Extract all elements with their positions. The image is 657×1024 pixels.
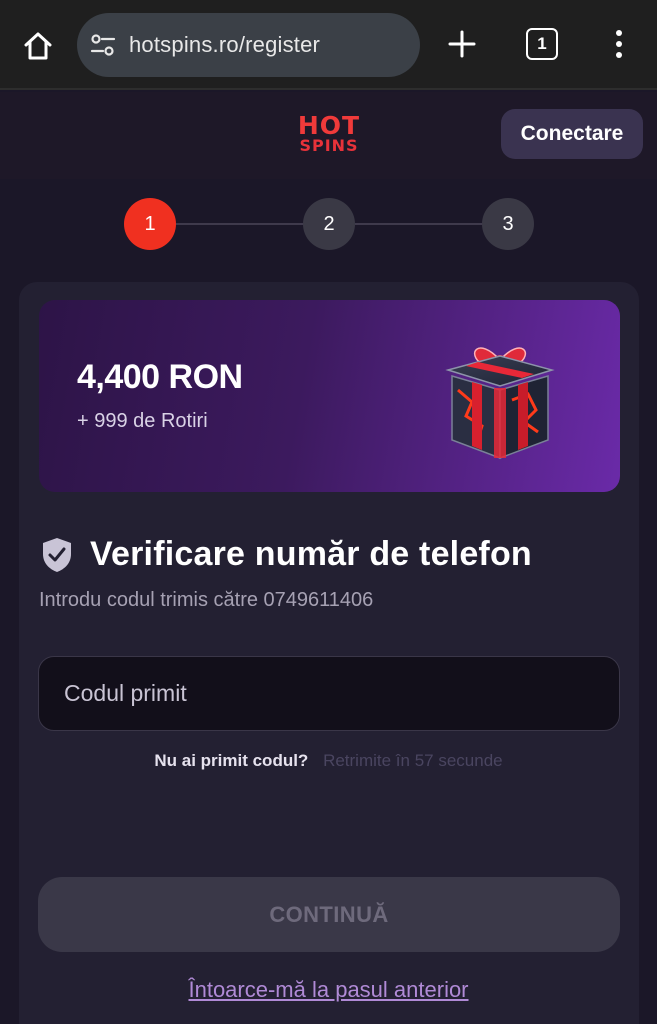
site-settings-icon[interactable] xyxy=(89,31,117,59)
bonus-spins: + 999 de Rotiri xyxy=(77,410,208,432)
registration-stepper: 1 2 3 xyxy=(124,198,534,250)
step-3: 3 xyxy=(482,198,534,250)
resend-question: Nu ai primit codul? xyxy=(154,751,309,770)
resend-row: Nu ai primit codul? Retrimite în 57 secu… xyxy=(0,751,657,771)
shield-check-icon xyxy=(40,536,74,574)
url-text: hotspins.ro/register xyxy=(129,32,321,57)
home-icon[interactable] xyxy=(18,26,58,66)
step-connector xyxy=(176,223,304,225)
verification-code-input[interactable] xyxy=(38,656,620,731)
step-2: 2 xyxy=(303,198,355,250)
hotspins-logo[interactable]: HOT SPINS xyxy=(292,113,366,156)
gift-box-icon xyxy=(438,330,562,464)
more-menu-icon[interactable] xyxy=(604,24,634,64)
new-tab-icon[interactable] xyxy=(442,24,482,64)
resend-code-link[interactable]: Retrimite în 57 secunde xyxy=(323,751,503,770)
continue-button[interactable]: CONTINUĂ xyxy=(38,877,620,952)
back-to-previous-step-link[interactable]: Întoarce-mă la pasul anterior xyxy=(0,977,657,1003)
page-title: Verificare număr de telefon xyxy=(90,535,532,573)
address-bar[interactable]: hotspins.ro/register xyxy=(77,13,420,77)
login-button[interactable]: Conectare xyxy=(501,109,643,159)
verification-heading: Verificare număr de telefon xyxy=(40,535,532,574)
step-connector xyxy=(355,223,483,225)
tab-switcher-button[interactable]: 1 xyxy=(526,28,558,60)
browser-toolbar: hotspins.ro/register 1 xyxy=(0,0,657,90)
verification-subtitle: Introdu codul trimis către 0749611406 xyxy=(39,589,374,611)
tab-count: 1 xyxy=(537,34,547,53)
step-1: 1 xyxy=(124,198,176,250)
bonus-amount: 4,400 RON xyxy=(77,358,243,396)
